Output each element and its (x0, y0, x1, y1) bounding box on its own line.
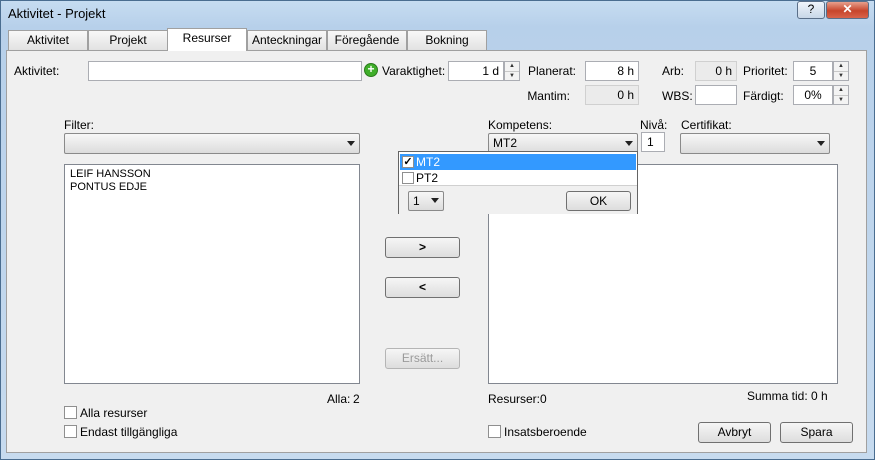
help-button[interactable]: ? (797, 1, 825, 19)
alla-count-value: 2 (353, 392, 360, 406)
endast-tillgangliga-label: Endast tillgängliga (80, 425, 178, 439)
option-pt2-label[interactable]: PT2 (416, 171, 438, 185)
popup-ok-button[interactable]: OK (566, 191, 631, 211)
niva-field[interactable]: 1 (641, 132, 665, 152)
fardigt-field[interactable]: 0% (793, 85, 833, 105)
cancel-button[interactable]: Avbryt (698, 422, 771, 443)
resurser-count-value: 0 (540, 392, 547, 406)
wbs-field[interactable] (695, 85, 737, 105)
fardigt-label: Färdigt: (743, 89, 784, 103)
kompetens-popup: ✓ MT2 PT2 1 OK (398, 151, 638, 214)
spin-up-icon[interactable]: ▲ (505, 62, 519, 72)
aktivitet-label: Aktivitet: (14, 64, 60, 78)
close-button[interactable]: ✕ (826, 1, 869, 19)
chevron-down-icon (625, 141, 633, 146)
spin-down-icon[interactable]: ▼ (834, 96, 848, 105)
list-item[interactable]: LEIF HANSSON (70, 168, 151, 180)
option-pt2-checkbox[interactable] (402, 172, 414, 184)
prioritet-label: Prioritet: (743, 64, 788, 78)
certifikat-dropdown[interactable] (680, 133, 830, 154)
niva-label: Nivå: (640, 118, 668, 132)
wbs-label: WBS: (662, 89, 693, 103)
prioritet-field[interactable]: 5 (793, 61, 833, 81)
spin-down-icon[interactable]: ▼ (505, 72, 519, 81)
kompetens-label: Kompetens: (488, 118, 553, 132)
mantim-field: 0 h (585, 85, 639, 105)
varaktighet-field[interactable]: 1 d (448, 61, 504, 81)
alla-resurser-checkbox[interactable] (64, 406, 77, 419)
chevron-down-icon (431, 198, 439, 203)
window-title: Aktivitet - Projekt (8, 6, 106, 21)
add-resource-button[interactable]: > (385, 237, 460, 258)
summa-tid-label: Summa tid: 0 h (747, 389, 828, 403)
alla-resurser-label: Alla resurser (80, 406, 148, 420)
resurser-count-label: Resurser: (488, 392, 541, 406)
remove-resource-button[interactable]: < (385, 277, 460, 298)
chevron-down-icon (347, 141, 355, 146)
chevron-down-icon (817, 141, 825, 146)
spin-up-icon[interactable]: ▲ (834, 86, 848, 96)
filter-label: Filter: (64, 118, 94, 132)
spin-up-icon[interactable]: ▲ (834, 62, 848, 72)
aktivitet-field[interactable] (88, 61, 362, 81)
endast-tillgangliga-checkbox[interactable] (64, 425, 77, 438)
prioritet-spinner[interactable]: ▲ ▼ (833, 61, 849, 81)
tab-resurser[interactable]: Resurser (167, 28, 247, 51)
varaktighet-spinner[interactable]: ▲ ▼ (504, 61, 520, 81)
option-mt2-checkbox[interactable]: ✓ (402, 156, 414, 168)
replace-button[interactable]: Ersätt... (385, 348, 460, 369)
certifikat-label: Certifikat: (681, 118, 732, 132)
planerat-field[interactable]: 8 h (585, 61, 639, 81)
tab-foregaende[interactable]: Föregående (327, 30, 407, 50)
tab-projekt[interactable]: Projekt (88, 30, 168, 50)
alla-count-label: Alla: (327, 392, 351, 406)
tab-aktivitet[interactable]: Aktivitet (8, 30, 88, 50)
save-button[interactable]: Spara (780, 422, 853, 443)
insatsberoende-checkbox[interactable] (488, 425, 501, 438)
fardigt-spinner[interactable]: ▲ ▼ (833, 85, 849, 105)
insatsberoende-label: Insatsberoende (504, 425, 587, 439)
option-mt2-label[interactable]: MT2 (416, 155, 440, 169)
popup-level-dropdown[interactable]: 1 (408, 191, 444, 211)
available-resources-list[interactable]: LEIF HANSSON PONTUS EDJE (64, 164, 360, 384)
tab-bokning[interactable]: Bokning (407, 30, 487, 50)
varaktighet-label: Varaktighet: (382, 64, 446, 78)
tab-anteckningar[interactable]: Anteckningar (247, 30, 327, 50)
spin-down-icon[interactable]: ▼ (834, 72, 848, 81)
arb-label: Arb: (662, 64, 685, 78)
mantim-label: Mantim: (527, 89, 570, 103)
arb-field: 0 h (695, 61, 737, 81)
filter-dropdown[interactable] (64, 133, 360, 154)
planerat-label: Planerat: (527, 64, 576, 78)
add-icon[interactable]: + (364, 63, 378, 77)
list-item[interactable]: PONTUS EDJE (70, 181, 147, 193)
popup-footer: 1 OK (399, 185, 637, 214)
